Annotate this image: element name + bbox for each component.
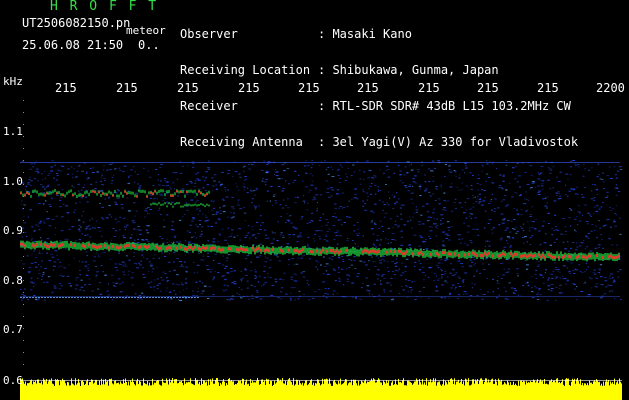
info-value-observer: : Masaki Kano [318, 27, 412, 41]
y-tick-label: 0.9 [3, 224, 23, 237]
datetime-label: 25.06.08 21:50 [22, 38, 124, 52]
amplitude-bar [20, 378, 622, 400]
x-tick-label: 215 [357, 81, 379, 95]
x-tick-label: 215 [177, 81, 199, 95]
x-tick-label: 215 [55, 81, 77, 95]
x-tick-label: 215 [116, 81, 138, 95]
info-label-location: Receiving Location [180, 63, 311, 77]
spectrogram-window: H R O F F T UT2506082150.pn meteor 25.06… [0, 0, 629, 400]
count-label: 0.. [138, 38, 160, 52]
x-tick-label: 215 [238, 81, 260, 95]
x-tick-label: 215 [477, 81, 499, 95]
y-tick-label: 1.0 [3, 175, 23, 188]
y-tick-label: 1.1 [3, 125, 23, 138]
x-tick-label: 2200 [596, 81, 625, 95]
y-tick-label: 0.7 [3, 323, 23, 336]
y-tick-label: 0.6 [3, 374, 23, 387]
brand-title: H R O F F T [50, 0, 159, 14]
info-value-location: : Shibukawa, Gunma, Japan [318, 63, 499, 77]
meteor-tag: meteor [126, 24, 166, 37]
info-label-antenna: Receiving Antenna [180, 135, 303, 149]
info-value-receiver: : RTL-SDR SDR# 43dB L15 103.2MHz CW [318, 99, 571, 113]
x-tick-label: 215 [537, 81, 559, 95]
filename-label: UT2506082150.pn [22, 16, 131, 30]
y-tick-label: 0.8 [3, 274, 23, 287]
x-tick-label: 215 [418, 81, 440, 95]
y-axis-unit: kHz [3, 75, 23, 88]
x-tick-label: 215 [298, 81, 320, 95]
info-value-antenna: : 3el Yagi(V) Az 330 for Vladivostok [318, 135, 579, 149]
info-label-receiver: Receiver [180, 99, 238, 113]
info-label-observer: Observer [180, 27, 238, 41]
